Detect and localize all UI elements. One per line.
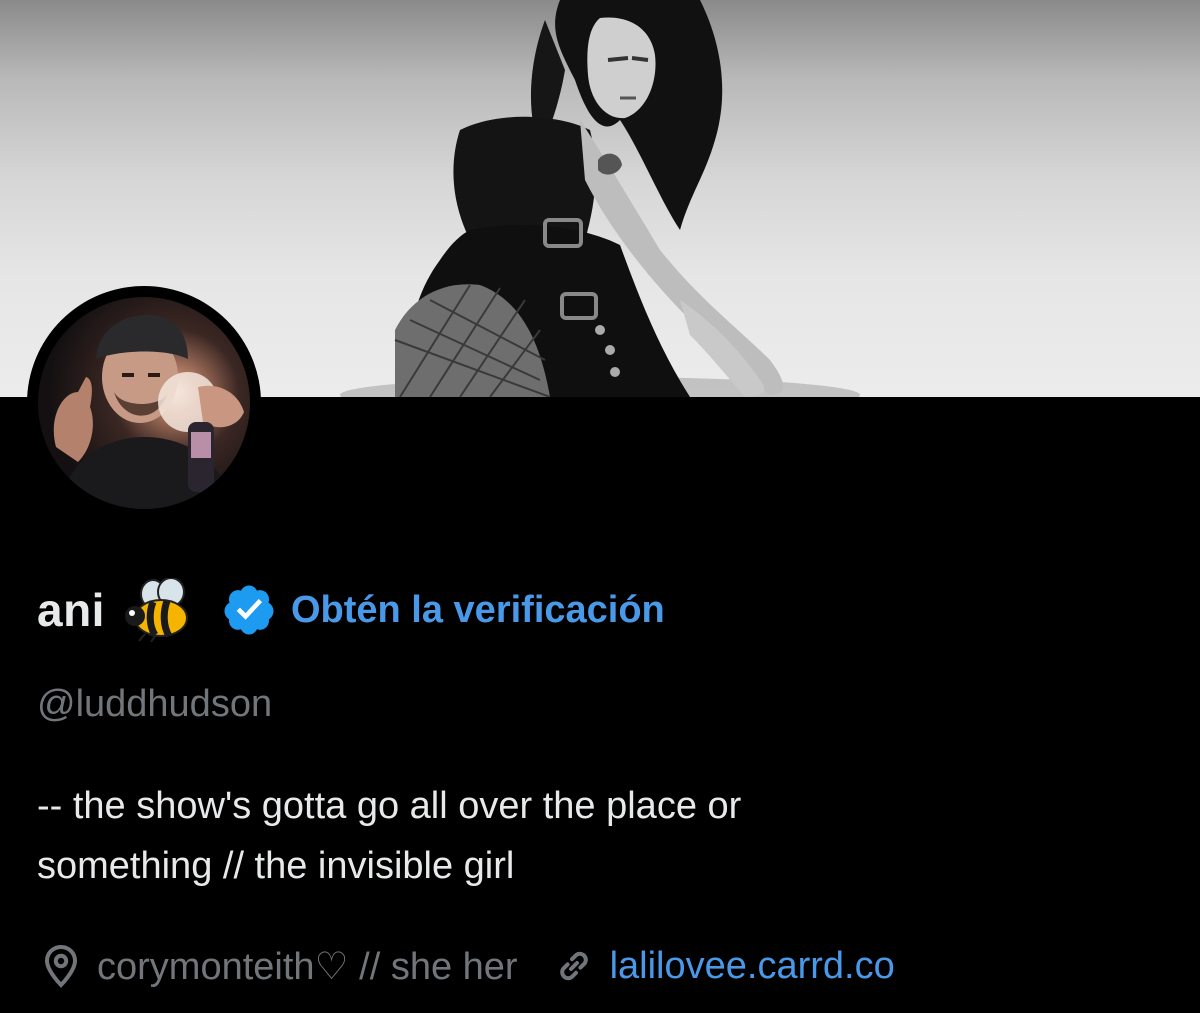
website-link[interactable]: lalilovee.carrd.co	[610, 945, 895, 988]
user-handle: @luddhudson	[37, 683, 273, 725]
location-pin-icon	[44, 944, 78, 988]
location-text: corymonteith♡ // she her	[97, 945, 518, 988]
verified-badge-icon[interactable]	[221, 582, 277, 638]
avatar-photo	[38, 297, 250, 509]
profile-avatar[interactable]	[27, 286, 261, 520]
link-icon	[559, 951, 588, 981]
name-row: ani Obtén la verificación	[37, 577, 665, 643]
profile-bio: -- the show's gotta go all over the plac…	[37, 785, 742, 887]
get-verified-link[interactable]: Obtén la verificación	[291, 589, 665, 632]
profile-meta-row: corymonteith♡ // she her lalilovee.carrd…	[37, 938, 895, 994]
bee-emoji-icon	[123, 577, 195, 643]
profile-page: ani Obtén la verificación @luddhudson --…	[0, 0, 1200, 1013]
display-name: ani	[37, 584, 105, 636]
